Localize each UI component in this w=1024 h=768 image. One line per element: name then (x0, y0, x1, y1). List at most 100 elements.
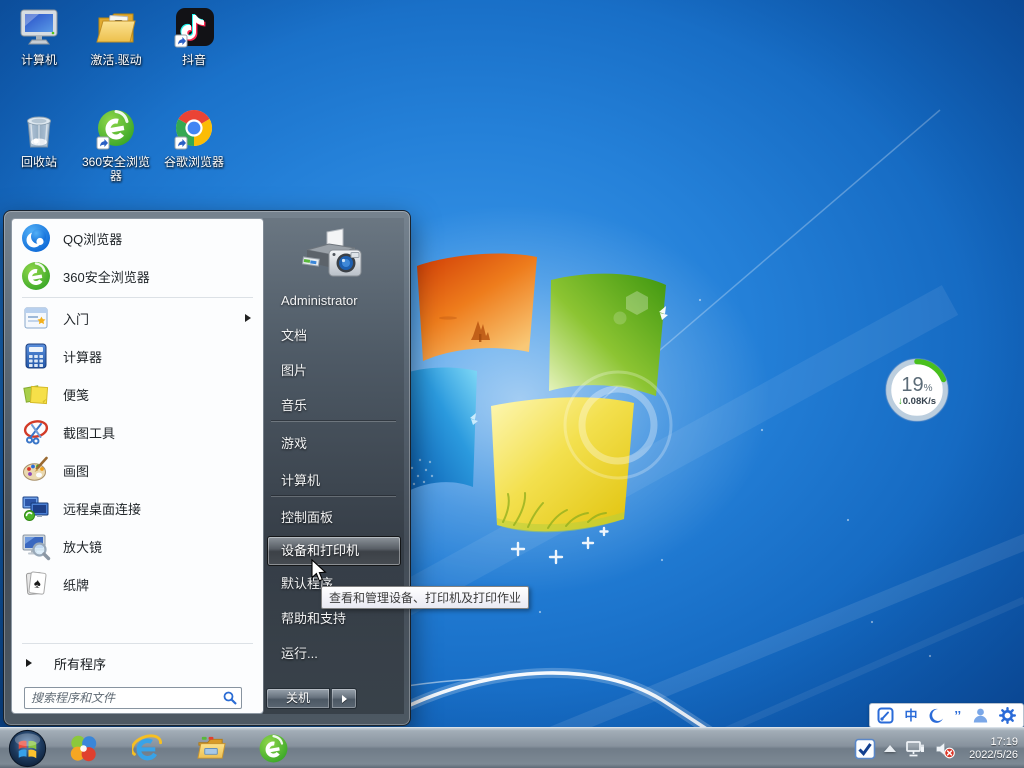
ime-user-icon[interactable] (972, 707, 989, 724)
start-item-solitaire[interactable]: ♠ 纸牌 (16, 565, 259, 603)
ime-gauge-icon[interactable] (877, 707, 894, 724)
tray-volume-muted-icon[interactable] (934, 739, 956, 759)
desktop-icon-recycle-bin[interactable]: 回收站 (0, 108, 78, 169)
start-menu-separator (22, 297, 253, 298)
start-item-label: 远程桌面连接 (63, 501, 142, 517)
shortcut-arrow-icon (96, 136, 110, 150)
devices-printers-tooltip: 查看和管理设备、打印机及打印作业 (321, 586, 530, 609)
start-right-separator (271, 421, 396, 422)
desktop-icon-label: 计算机 (20, 53, 57, 67)
magnifier-icon (22, 534, 51, 561)
ime-punctuation-icon[interactable]: ’’ (954, 709, 961, 722)
speed-rate: ↓0.08K/s (897, 396, 937, 407)
calculator-icon (25, 343, 47, 369)
search-box (24, 687, 242, 709)
start-right-run[interactable]: 运行... (267, 641, 400, 667)
start-item-label: 入门 (63, 311, 90, 327)
start-item-snipping-tool[interactable]: 截图工具 (16, 413, 259, 451)
search-input[interactable] (24, 687, 242, 709)
start-item-label: 画图 (63, 463, 90, 479)
devices-printers-tile-icon (301, 228, 362, 277)
tray-network-icon[interactable] (904, 739, 926, 759)
start-item-qq-browser[interactable]: QQ浏览器 (16, 219, 259, 257)
start-item-sticky-notes[interactable]: 便笺 (16, 375, 259, 413)
start-right-devices-printers[interactable]: 设备和打印机 (267, 536, 401, 566)
taskbar-360-browser-icon[interactable] (258, 733, 289, 764)
all-programs-button[interactable]: 所有程序 (16, 645, 259, 681)
start-item-getting-started[interactable]: 入门 (16, 299, 259, 337)
start-item-magnifier[interactable]: 放大镜 (16, 527, 259, 565)
360-browser-icon (96, 110, 134, 150)
desktop-icon-chrome[interactable]: 谷歌浏览器 (155, 108, 233, 169)
start-right-user[interactable]: Administrator (267, 288, 400, 314)
start-item-paint[interactable]: 画图 (16, 451, 259, 489)
ime-moon-icon[interactable] (928, 708, 944, 724)
start-item-label: 截图工具 (63, 425, 116, 441)
desktop-icon-label: 抖音 (181, 53, 206, 67)
start-item-label: 纸牌 (63, 577, 90, 593)
computer-icon (20, 9, 58, 45)
start-menu-separator (22, 643, 253, 644)
mouse-cursor (311, 559, 327, 582)
ime-toolbar: 中 ’’ (869, 703, 1024, 728)
shutdown-button[interactable]: 关机 (266, 688, 330, 709)
360-browser-icon (22, 262, 50, 290)
network-speed-widget[interactable]: 19% ↓0.08K/s (885, 358, 949, 422)
start-right-music[interactable]: 音乐 (267, 393, 400, 419)
desktop-icon-tiktok[interactable]: 抖音 (155, 6, 233, 67)
start-item-remote-desktop[interactable]: 远程桌面连接 (16, 489, 259, 527)
start-menu: QQ浏览器 360安全浏览器 入门 计算器 便笺 截图工具 画图 远程桌面连接 … (3, 210, 411, 726)
start-right-control-panel[interactable]: 控制面板 (267, 505, 400, 531)
desktop-icon-label: 激活.驱动 (90, 53, 142, 67)
taskbar: 17:19 2022/5/26 (0, 727, 1024, 768)
tray-clock[interactable]: 17:19 2022/5/26 (964, 736, 1018, 762)
all-programs-label: 所有程序 (54, 656, 107, 672)
shutdown-arrow-icon (341, 694, 347, 703)
shortcut-arrow-icon (174, 136, 188, 150)
solitaire-icon: ♠ (25, 571, 47, 595)
taskbar-explorer-folder-icon[interactable] (196, 733, 227, 764)
tray-security-check-icon[interactable] (854, 738, 876, 760)
ime-settings-gear-icon[interactable] (998, 707, 1016, 724)
chrome-icon (174, 109, 213, 150)
snipping-tool-icon (23, 420, 49, 445)
desktop-icon-driver-folder[interactable]: 激活.驱动 (77, 6, 155, 67)
speed-percent: 19% (901, 374, 933, 396)
ime-mode-indicator[interactable]: 中 (904, 709, 917, 722)
start-right-help-support[interactable]: 帮助和支持 (267, 606, 400, 632)
start-item-label: 计算器 (63, 349, 103, 365)
start-menu-right-panel: Administrator 文档 图片 音乐 游戏 计算机 控制面板 设备和打印… (263, 218, 404, 714)
start-item-label: 便笺 (63, 387, 90, 403)
show-hidden-icons-button[interactable] (884, 745, 896, 752)
submenu-arrow-icon (245, 314, 251, 322)
getting-started-icon (24, 307, 48, 329)
start-item-label: 360安全浏览器 (63, 269, 150, 285)
start-button[interactable] (8, 729, 47, 768)
taskbar-360-safe-icon[interactable] (68, 733, 99, 764)
all-programs-arrow-icon (26, 659, 32, 667)
sticky-notes-icon (23, 385, 49, 405)
desktop-icon-label: 谷歌浏览器 (163, 155, 224, 169)
start-menu-left-panel: QQ浏览器 360安全浏览器 入门 计算器 便笺 截图工具 画图 远程桌面连接 … (11, 218, 264, 714)
start-item-label: QQ浏览器 (63, 231, 123, 247)
start-item-360-browser[interactable]: 360安全浏览器 (16, 257, 259, 295)
start-right-pictures[interactable]: 图片 (267, 358, 400, 384)
folder-icon (96, 13, 136, 43)
desktop-icon-computer[interactable]: 计算机 (0, 6, 78, 67)
shortcut-arrow-icon (174, 34, 188, 48)
search-icon (223, 691, 237, 705)
tray-date: 2022/5/26 (969, 748, 1018, 761)
desktop: 计算机 激活.驱动 抖音 回收站 360安全浏览器 谷歌浏览器 QQ浏览器 36… (0, 0, 1024, 768)
start-right-separator (271, 496, 396, 497)
shutdown-options-button[interactable] (331, 688, 357, 709)
start-right-computer[interactable]: 计算机 (267, 468, 400, 494)
start-right-games[interactable]: 游戏 (267, 431, 400, 457)
desktop-icon-label: 回收站 (20, 155, 57, 169)
remote-desktop-icon (22, 496, 49, 521)
desktop-icon-360-browser[interactable]: 360安全浏览器 (77, 108, 155, 183)
taskbar-internet-explorer-icon[interactable] (132, 733, 163, 764)
start-right-documents[interactable]: 文档 (267, 323, 400, 349)
desktop-icon-label: 360安全浏览器 (81, 155, 151, 183)
start-item-calculator[interactable]: 计算器 (16, 337, 259, 375)
start-item-label: 放大镜 (63, 539, 103, 555)
